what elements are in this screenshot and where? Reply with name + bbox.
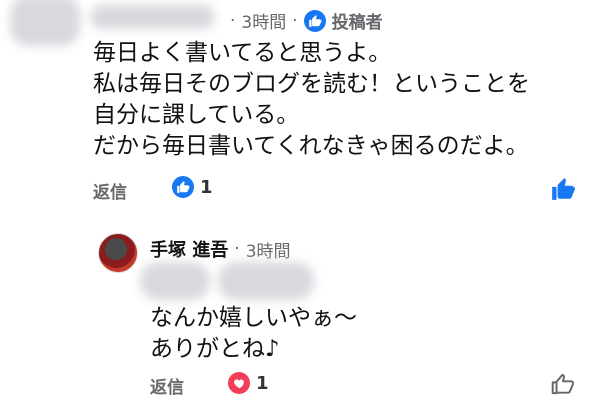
comment2-body: なんか嬉しいやぁ～ ありがとね♪: [150, 303, 357, 365]
comment1-body: 毎日よく書いてると思うよ。 私は毎日そのブログを読む！ということを 自分に課して…: [93, 38, 530, 162]
heart-reaction-icon: [228, 372, 250, 394]
author-role-label: 投稿者: [331, 13, 383, 33]
comment1-line: 私は毎日そのブログを読む！ということを: [93, 71, 530, 97]
comment1-line: 毎日よく書いてると思うよ。: [93, 40, 392, 66]
comment1-line: 自分に課している。: [93, 102, 300, 128]
comment2-like-button[interactable]: [550, 371, 576, 401]
comment2-time[interactable]: 3時間: [246, 237, 291, 262]
blurred-mention: [140, 262, 210, 300]
comment1-reply-button[interactable]: 返信: [93, 178, 127, 203]
commenter-name[interactable]: 手塚 進吾: [150, 236, 228, 262]
comment1-like-button[interactable]: [550, 176, 576, 206]
comment2-line: なんか嬉しいやぁ～: [150, 305, 357, 331]
comment1-meta: · 3時間 · 投稿者: [230, 8, 383, 33]
thumbs-up-filled-icon: [552, 178, 575, 200]
avatar[interactable]: [98, 233, 138, 273]
comment2-reply-button[interactable]: 返信: [150, 373, 184, 398]
comment2-line: ありがとね♪: [150, 336, 280, 362]
comment2-reactions[interactable]: 1: [228, 372, 269, 394]
separator-dot: ·: [234, 239, 240, 259]
blurred-commenter-name: [90, 5, 215, 29]
like-reaction-icon: [172, 176, 194, 198]
thumbs-up-outline-icon: [551, 373, 575, 395]
comment1-line: だから毎日書いてくれなきゃ困るのだよ。: [93, 133, 529, 159]
comment1-reaction-count: 1: [200, 176, 213, 198]
blurred-avatar: [10, 0, 80, 46]
blurred-mention: [218, 262, 314, 300]
comment2-reaction-count: 1: [256, 372, 269, 394]
comment2-header: 手塚 進吾 · 3時間: [150, 236, 291, 262]
author-badge-icon: [303, 9, 326, 32]
comment1-reactions[interactable]: 1: [172, 176, 213, 198]
separator-dot: ·: [292, 10, 298, 31]
separator-dot: ·: [230, 10, 236, 31]
comment1-time[interactable]: 3時間: [241, 8, 286, 33]
